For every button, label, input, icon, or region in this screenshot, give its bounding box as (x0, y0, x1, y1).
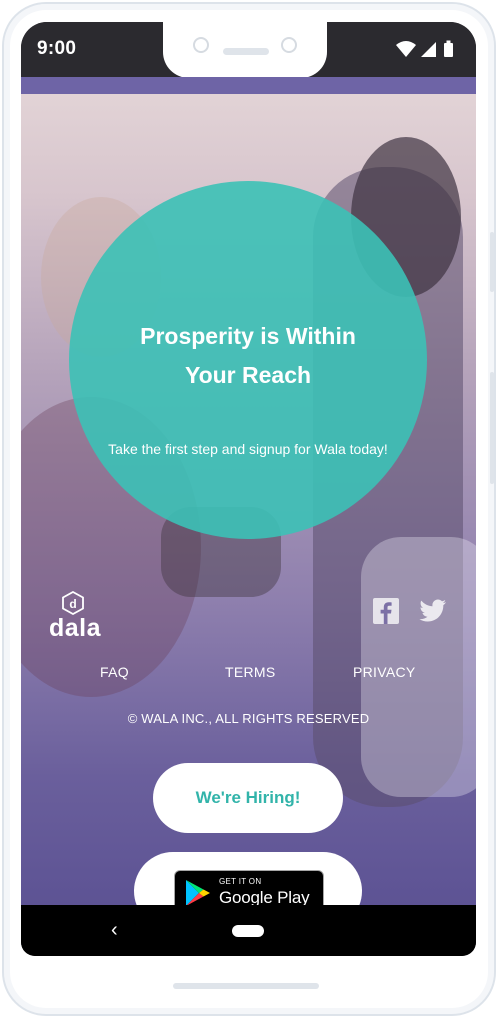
header-strip (21, 77, 476, 94)
status-icons (396, 40, 453, 57)
volume-button (490, 372, 494, 484)
camera-notch (163, 22, 327, 78)
earpiece-speaker (223, 48, 269, 55)
home-pill-icon[interactable] (232, 925, 264, 937)
footer-link-privacy[interactable]: PRIVACY (353, 664, 416, 680)
hero-headline-line2: Your Reach (184, 362, 312, 388)
hiring-button[interactable]: We're Hiring! (153, 763, 343, 833)
status-time: 9:00 (37, 38, 77, 59)
footer-link-terms[interactable]: TERMS (225, 664, 276, 680)
dala-wordmark: dala (48, 614, 102, 642)
battery-icon (444, 40, 453, 57)
sensor-icon (281, 37, 297, 53)
google-play-label: Google Play (219, 888, 310, 905)
system-navigation-bar: ‹ (21, 905, 476, 956)
google-play-button[interactable]: GET IT ON Google Play (134, 852, 362, 905)
twitter-icon[interactable] (419, 598, 447, 624)
google-play-badge: GET IT ON Google Play (174, 870, 324, 905)
camera-icon (193, 37, 209, 53)
google-play-small-text: GET IT ON (219, 877, 262, 886)
hero-headline-line1: Prosperity is Within (140, 323, 356, 349)
hero-subheadline: Take the first step and signup for Wala … (108, 441, 388, 457)
cellular-signal-icon (421, 42, 436, 57)
power-button (490, 232, 494, 292)
phone-screen: 9:00 Prosperity is Within Your Reach Tak… (21, 22, 476, 956)
hero-background: Prosperity is Within Your Reach Take the… (21, 77, 476, 905)
dala-logo-icon: d (62, 591, 84, 615)
logo-letter: d (69, 597, 76, 611)
footer-link-faq[interactable]: FAQ (100, 664, 129, 680)
facebook-icon[interactable] (373, 598, 399, 624)
wifi-icon (396, 41, 416, 57)
dala-logo[interactable]: d dala (45, 591, 105, 649)
phone-bottom-speaker (173, 983, 319, 989)
google-play-icon (186, 880, 210, 905)
copyright-text: © WALA INC., ALL RIGHTS RESERVED (127, 711, 370, 726)
hero-headline: Prosperity is Within Your Reach (69, 317, 427, 395)
back-icon[interactable]: ‹ (111, 920, 118, 940)
status-bar: 9:00 (21, 22, 476, 78)
